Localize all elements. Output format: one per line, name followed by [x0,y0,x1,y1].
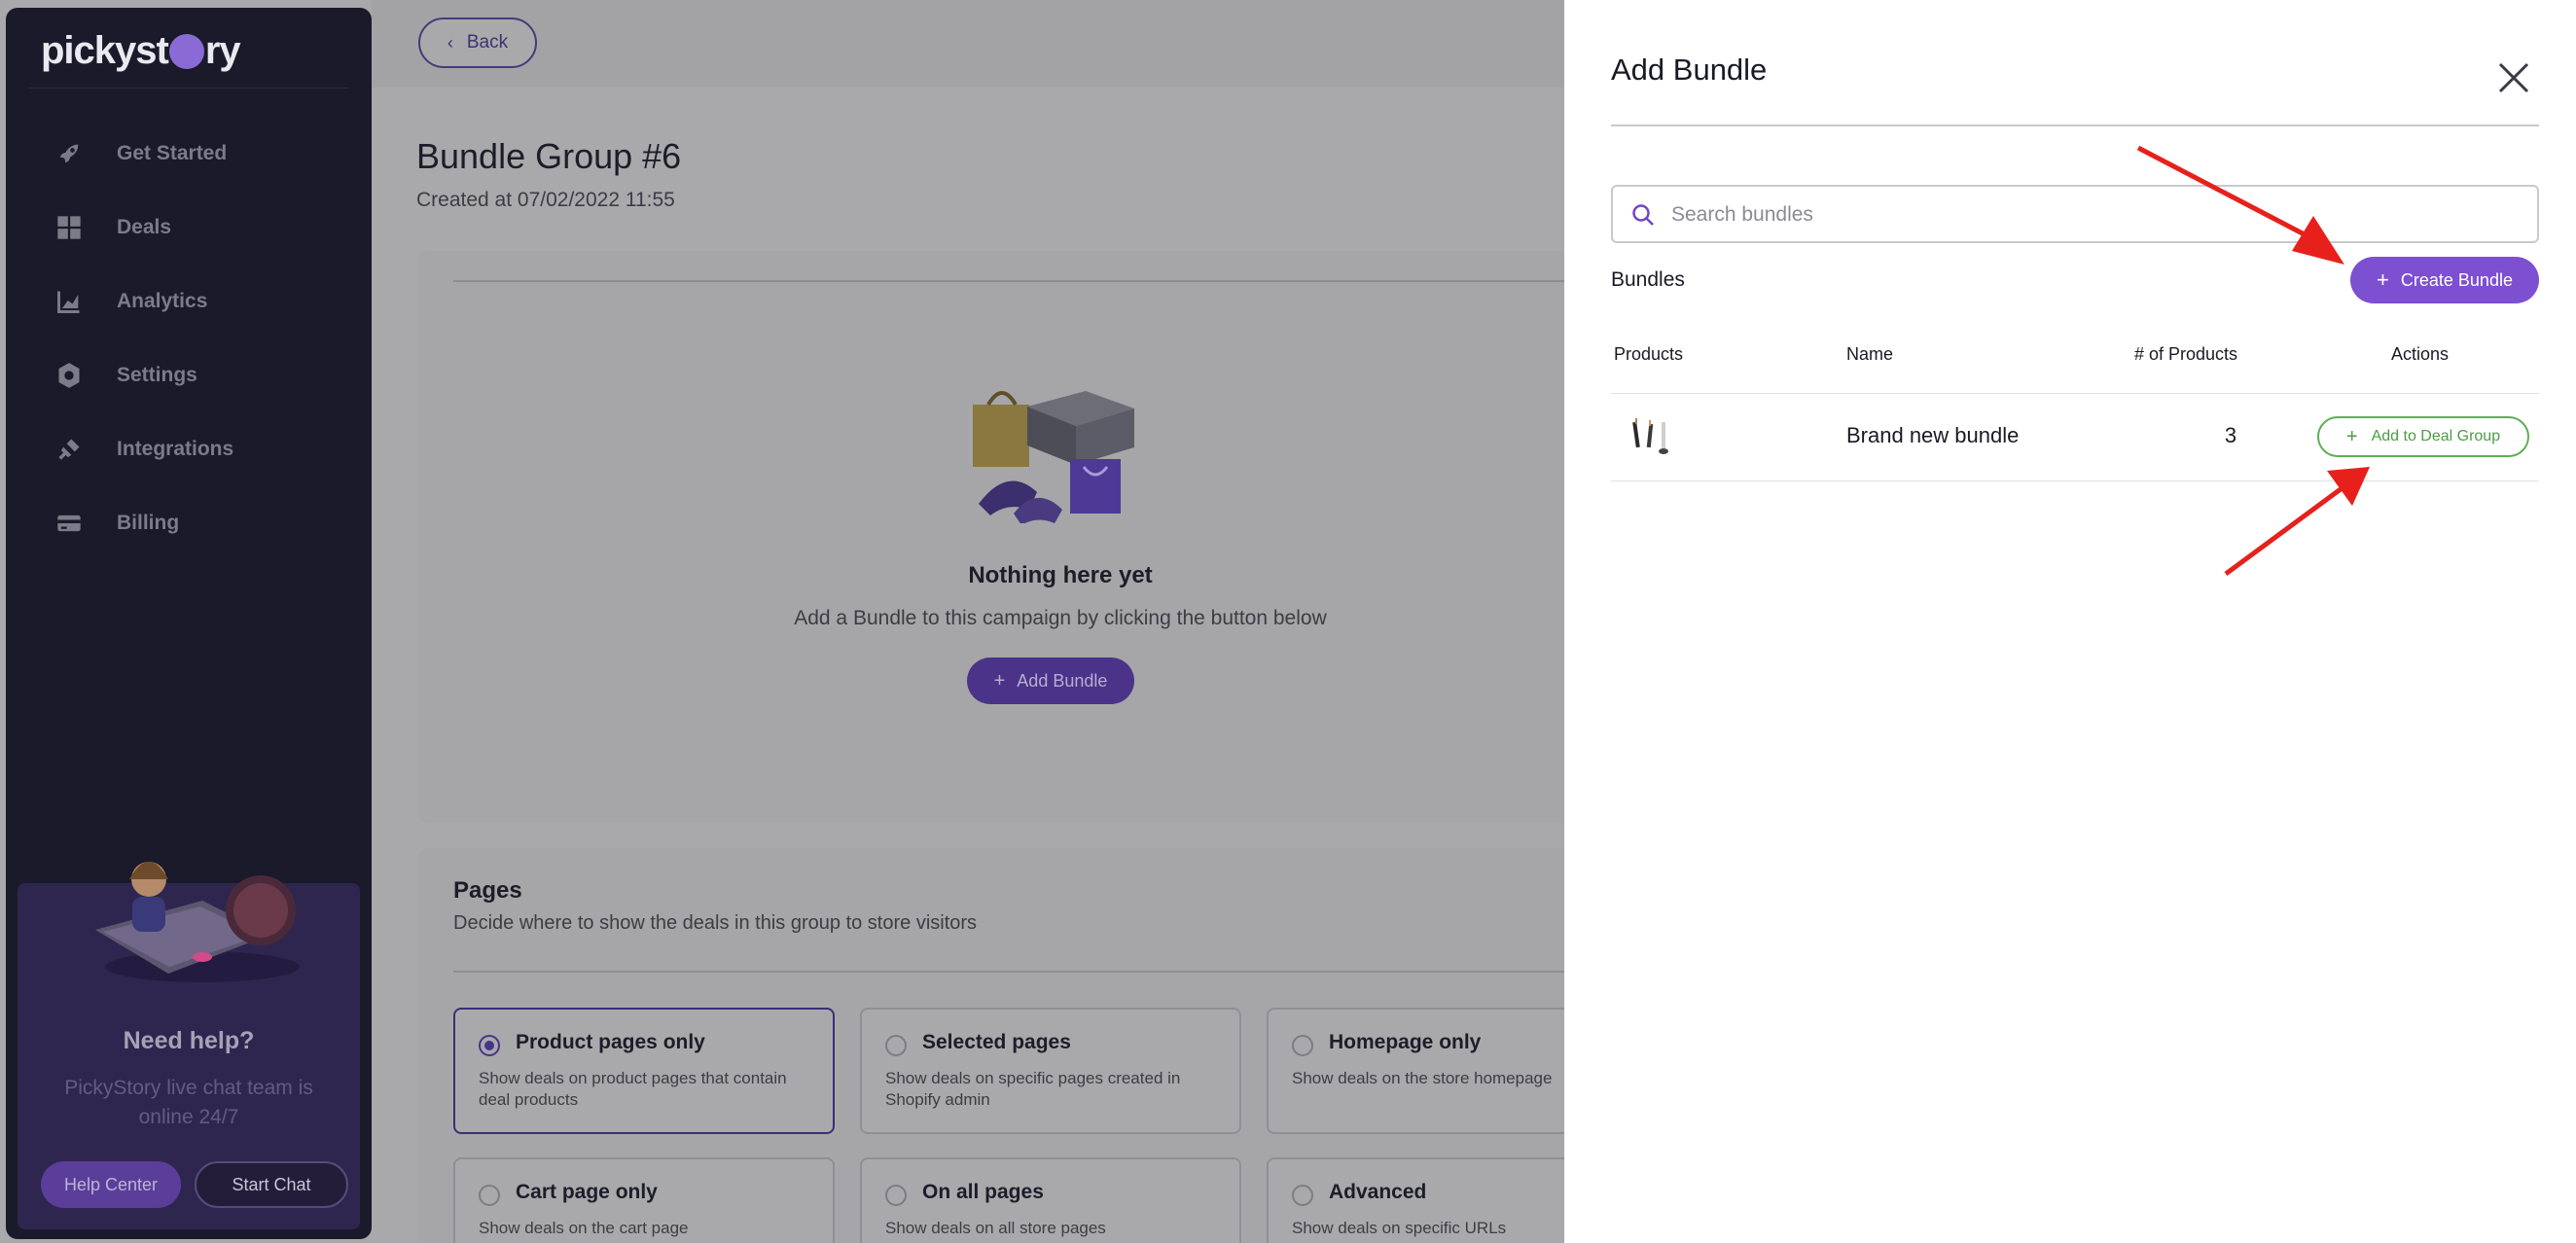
drawer-title: Add Bundle [1611,53,1768,87]
product-count: 3 [2224,423,2237,447]
card-icon [54,509,84,538]
create-bundle-label: Create Bundle [2400,269,2513,290]
option-title: Cart page only [516,1181,658,1203]
page-option-selected-pages[interactable]: Selected pages Show deals on specific pa… [860,1008,1241,1134]
rocket-icon [54,139,84,168]
add-bundle-button[interactable]: + Add Bundle [967,657,1134,704]
column-header-products: Products [1614,344,1684,364]
add-to-deal-group-label: Add to Deal Group [2371,428,2501,444]
option-title: Advanced [1329,1181,1427,1203]
radio-button[interactable] [1292,1185,1313,1206]
option-title: Homepage only [1329,1031,1482,1053]
add-bundle-label: Add Bundle [1017,670,1108,691]
start-chat-button[interactable]: Start Chat [195,1161,348,1208]
top-bar [372,0,1564,88]
create-bundle-button[interactable]: + Create Bundle [2350,257,2539,303]
pages-subtitle: Decide where to show the deals in this g… [453,912,978,934]
plus-icon: + [2345,425,2358,447]
sidebar-item-settings[interactable]: Settings [6,338,372,412]
add-bundle-drawer: Add Bundle Bundles + Create Bundle Produ… [1564,0,2576,1243]
radio-button[interactable] [479,1035,500,1056]
search-icon [1632,204,1654,226]
close-icon[interactable] [2496,60,2531,95]
bundle-name: Brand new bundle [1846,423,2020,447]
logo-divider [29,88,348,89]
help-title: Need help? [123,1027,255,1054]
sidebar-item-label: Get Started [117,142,228,164]
radio-button[interactable] [1292,1035,1313,1056]
help-text: PickyStory live chat team is online 24/7 [64,1077,313,1128]
sidebar-item-billing[interactable]: Billing [6,486,372,560]
sidebar-item-label: Analytics [117,290,208,312]
option-title: On all pages [922,1181,1044,1203]
column-header-name: Name [1846,344,1894,364]
plus-icon: + [2377,267,2389,292]
add-to-deal-group-button[interactable]: + Add to Deal Group [2317,416,2529,457]
pages-title: Pages [453,877,522,904]
sidebar-item-deals[interactable]: Deals [6,191,372,265]
sidebar: pickystry Get Started Deals Analytics S [6,8,372,1239]
sidebar-item-label: Deals [117,216,172,238]
table-divider [1611,393,2539,394]
divider [453,971,1576,973]
logo-text-start: pickyst [41,29,169,72]
empty-state-text: Add a Bundle to this campaign by clickin… [794,607,1327,629]
plug-icon [54,435,84,464]
empty-state-title: Nothing here yet [968,562,1153,588]
back-button[interactable]: ‹ Back [418,18,537,68]
gear-icon [54,361,84,390]
sidebar-item-analytics[interactable]: Analytics [6,265,372,338]
table-divider [1611,480,2539,481]
support-agent-illustration [95,862,300,982]
option-description: Show deals on product pages that contain… [479,1069,787,1109]
logo-text-end: ry [204,29,241,72]
help-card: Need help? PickyStory live chat team is … [18,862,360,1229]
bundles-label: Bundles [1611,268,1685,291]
option-title: Selected pages [922,1031,1071,1053]
option-title: Product pages only [516,1031,705,1053]
page-option-all-pages[interactable]: On all pages Show deals on all store pag… [860,1157,1241,1243]
page-title: Bundle Group #6 [416,136,682,176]
sidebar-item-label: Billing [117,512,180,534]
sidebar-item-get-started[interactable]: Get Started [6,117,372,191]
sidebar-item-label: Integrations [117,438,234,460]
grid-icon [54,213,84,242]
product-thumbnail [1632,418,1668,454]
sidebar-item-integrations[interactable]: Integrations [6,412,372,486]
radio-button[interactable] [885,1035,907,1056]
sidebar-nav: Get Started Deals Analytics Settings Int… [6,117,372,560]
column-header-count: # of Products [2134,344,2238,364]
search-input[interactable] [1671,195,2508,235]
back-label: Back [466,32,509,53]
search-box [1611,185,2539,243]
logo-dot-icon [168,34,204,69]
page-option-cart-page[interactable]: Cart page only Show deals on the cart pa… [453,1157,835,1243]
pages-card: Pages Decide where to show the deals in … [418,848,1648,1243]
option-description: Show deals on all store pages [885,1219,1106,1237]
chevron-left-icon: ‹ [447,32,453,53]
divider [1611,124,2539,126]
chart-icon [54,287,84,316]
shopping-illustration [973,391,1134,523]
pickystory-logo[interactable]: pickyst ry [41,29,241,73]
option-description: Show deals on the cart page [479,1219,689,1237]
bundles-card: Nothing here yet Add a Bundle to this ca… [418,251,1576,823]
radio-button[interactable] [885,1185,907,1206]
radio-button[interactable] [479,1185,500,1206]
divider [453,280,1576,282]
plus-icon: + [993,669,1006,692]
page-option-product-pages[interactable]: Product pages only Show deals on product… [453,1008,835,1134]
created-at: Created at 07/02/2022 11:55 [416,189,675,211]
column-header-actions: Actions [2391,344,2450,364]
sidebar-item-label: Settings [117,364,197,386]
help-center-button[interactable]: Help Center [41,1161,181,1208]
option-description: Show deals on specific pages created in … [885,1069,1181,1109]
